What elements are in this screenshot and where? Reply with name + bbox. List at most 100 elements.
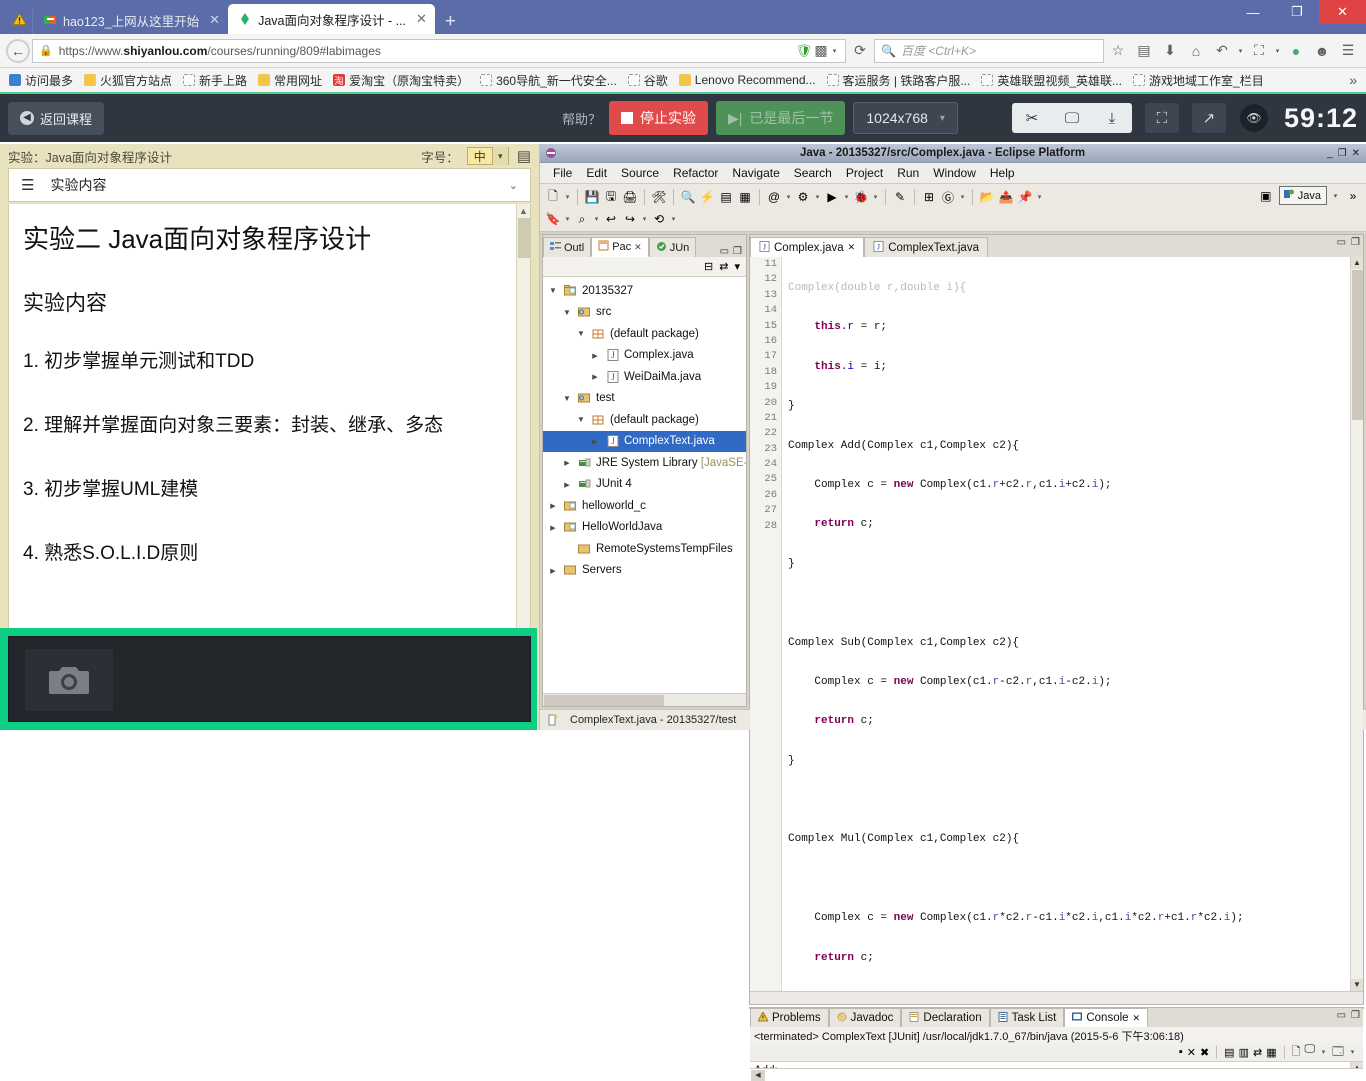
filter-icon[interactable]: ⌕ (573, 210, 591, 229)
pin-icon[interactable]: 📌 (1016, 188, 1034, 207)
chevron-down-icon[interactable]: ▾ (1273, 47, 1282, 55)
tab-javadoc[interactable]: @ Javadoc (828, 1008, 902, 1028)
show-console-icon[interactable]: ▦ (1266, 1046, 1276, 1059)
twisty-icon[interactable] (547, 501, 559, 510)
menu-refactor[interactable]: Refactor (666, 166, 725, 180)
scroll-lock-icon[interactable]: ▥ (1239, 1046, 1249, 1059)
tree-item[interactable]: Servers (543, 560, 746, 582)
new-class-icon[interactable]: Ⓖ (939, 188, 957, 207)
back-nav-icon[interactable]: ↩ (602, 210, 620, 229)
editor-horizontal-scrollbar[interactable] (750, 991, 1363, 1005)
close-button[interactable]: ✕ (1319, 0, 1366, 24)
bookmark-item[interactable]: 谷歌 (624, 72, 672, 89)
bookmark-item[interactable]: 常用网址 (254, 72, 326, 89)
open-console-icon[interactable]: 🗔 (1332, 1043, 1344, 1062)
wechat-icon[interactable]: ● (1284, 39, 1308, 63)
font-size-select[interactable]: 中 ▾ (466, 147, 509, 165)
perspective-java-button[interactable]: Java (1278, 186, 1327, 205)
twisty-icon[interactable] (589, 372, 601, 381)
scroll-up-icon[interactable]: ▲ (517, 206, 530, 216)
chevron-down-icon[interactable]: ▾ (1236, 47, 1245, 55)
reload-button[interactable]: ⟳ (848, 39, 872, 63)
close-icon[interactable]: ✕ (412, 11, 427, 27)
pen-icon[interactable]: ✎ (891, 188, 909, 207)
chevron-down-icon[interactable]: ▾ (784, 193, 793, 201)
save-all-icon[interactable]: 🖫 (602, 188, 620, 207)
open-perspective-icon[interactable]: ▣ (1257, 186, 1275, 205)
present-screen-icon[interactable]: 🖵 (1052, 103, 1092, 133)
chevron-down-icon[interactable]: ▾ (563, 193, 572, 201)
bookmark-item[interactable]: 火狐官方站点 (80, 72, 176, 89)
editor-tab-complex[interactable]: J Complex.java ✕ (750, 237, 865, 257)
lab-toc-bar[interactable]: ☰ 实验内容 ⌄ (8, 168, 531, 202)
menu-search[interactable]: Search (787, 166, 839, 180)
new-wizard-icon[interactable]: 🗋 (544, 188, 562, 207)
menu-file[interactable]: File (546, 166, 579, 180)
tree-item[interactable]: JRE System Library [JavaSE-1.7] (543, 452, 746, 474)
lab-content-scrollbar[interactable]: ▲ (516, 204, 530, 695)
view-tab-package-explorer[interactable]: Pac ✕ (591, 237, 649, 257)
source-code[interactable]: Complex(double r,double i){ this.r = r; … (782, 257, 1350, 991)
twisty-icon[interactable] (589, 437, 601, 446)
popout-icon[interactable]: ↗ (1191, 103, 1226, 133)
new-annotation-icon[interactable]: @ (765, 188, 783, 207)
twisty-icon[interactable] (561, 458, 573, 467)
tab-task-list[interactable]: Task List (989, 1008, 1065, 1028)
fullscreen-icon[interactable]: ⛶ (1144, 103, 1179, 133)
twisty-icon[interactable] (589, 351, 601, 360)
twisty-icon[interactable] (561, 308, 573, 317)
twisty-icon[interactable] (575, 415, 587, 424)
search-icon[interactable]: 🔍 (679, 188, 697, 207)
minimize-button[interactable]: _ (1327, 148, 1333, 159)
reading-list-icon[interactable]: ▤ (1132, 39, 1156, 63)
maximize-view-icon[interactable]: ❐ (733, 246, 742, 257)
chevron-down-icon[interactable]: ▾ (592, 215, 601, 223)
remove-launch-icon[interactable]: ✕ (1187, 1046, 1196, 1059)
camera-preview[interactable] (8, 636, 531, 722)
tab-declaration[interactable]: Declaration (901, 1008, 990, 1028)
scroll-up-icon[interactable]: ▲ (1351, 257, 1363, 269)
last-edit-icon[interactable]: ⟲ (650, 210, 668, 229)
chevron-down-icon[interactable]: ▾ (813, 193, 822, 201)
tree-item[interactable]: 20135327 (543, 280, 746, 302)
twisty-icon[interactable] (547, 286, 559, 295)
display-selected-console-icon[interactable]: 🖵 (1304, 1043, 1315, 1062)
chevron-down-icon[interactable]: ▾ (842, 193, 851, 201)
explorer-horizontal-scrollbar[interactable] (543, 693, 746, 706)
menu-source[interactable]: Source (614, 166, 666, 180)
menu-project[interactable]: Project (839, 166, 890, 180)
chevron-down-icon[interactable]: ▾ (1035, 193, 1044, 201)
search-input[interactable]: 🔍 百度 <Ctrl+K> (874, 38, 1104, 63)
menu-help[interactable]: Help (983, 166, 1022, 180)
minimize-view-icon[interactable]: ▭ (720, 246, 729, 257)
bookmark-item[interactable]: 英雄联盟视频_英雄联... (977, 72, 1126, 89)
code-area[interactable]: 11 12 13 14 15 16 17 18 19 20 21 22 23 2… (750, 257, 1363, 992)
open-task-icon[interactable]: ▦ (736, 188, 754, 207)
chevron-down-icon[interactable]: ▾ (669, 215, 678, 223)
menu-run[interactable]: Run (890, 166, 926, 180)
resolution-select[interactable]: 1024x768 ▾ (853, 102, 958, 134)
new-console-icon[interactable]: 🗋 (1292, 1043, 1301, 1062)
browser-tab-hao123[interactable]: hao123_上网从这里开始 ✕ (32, 6, 228, 34)
bookmark-item[interactable]: 新手上路 (179, 72, 251, 89)
chevron-down-icon[interactable]: ▾ (871, 193, 880, 201)
address-bar[interactable]: 🔒 https://www.shiyanlou.com/courses/runn… (32, 38, 846, 63)
chevron-down-icon[interactable]: ▾ (1331, 192, 1340, 200)
clear-console-icon[interactable]: ▤ (1224, 1046, 1234, 1059)
minimize-button[interactable]: — (1231, 0, 1275, 24)
bookmark-item[interactable]: 游戏地域工作室_栏目 (1129, 72, 1268, 89)
chevron-down-icon[interactable]: ▾ (958, 193, 967, 201)
twisty-icon[interactable] (561, 394, 573, 403)
twisty-icon[interactable] (547, 566, 559, 575)
menu-window[interactable]: Window (926, 166, 983, 180)
tree-item[interactable]: (default package) (543, 323, 746, 345)
history-back-icon[interactable]: ↶ (1210, 39, 1234, 63)
maximize-button[interactable]: ❐ (1338, 148, 1347, 159)
chevron-down-icon[interactable]: ▾ (640, 215, 649, 223)
chevron-down-icon[interactable]: ▾ (563, 215, 572, 223)
perspective-overflow-icon[interactable]: » (1344, 186, 1362, 205)
scrollbar-thumb[interactable] (518, 218, 530, 258)
close-icon[interactable]: ✕ (848, 242, 856, 253)
external-tools-icon[interactable]: ⚙ (794, 188, 812, 207)
open-folder-icon[interactable]: 📂 (978, 188, 996, 207)
